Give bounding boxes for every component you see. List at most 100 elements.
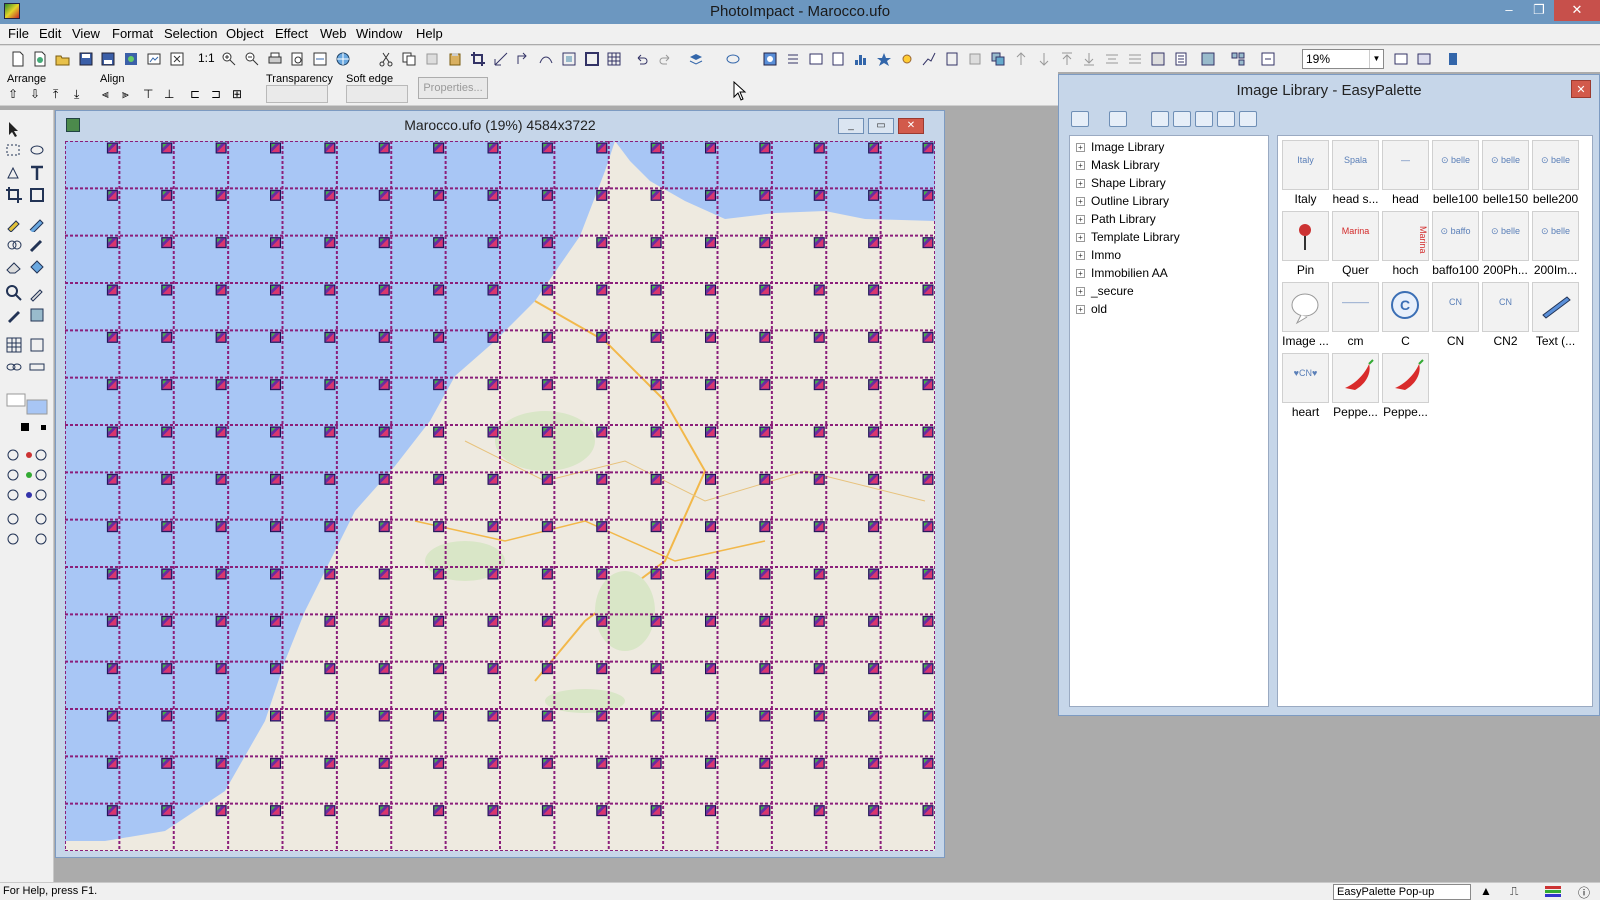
tree-item-image-library[interactable]: + Image Library	[1076, 140, 1164, 157]
library-icon[interactable]	[1071, 111, 1089, 127]
expand-icon[interactable]: +	[1076, 179, 1085, 188]
tile-marker-icon[interactable]	[487, 237, 499, 249]
gallery-icon[interactable]	[1109, 111, 1127, 127]
fill-tool-icon[interactable]	[28, 258, 46, 276]
tile-marker-icon[interactable]	[922, 189, 934, 201]
tile-marker-icon[interactable]	[705, 189, 716, 201]
zoom-fit-icon[interactable]	[1393, 51, 1409, 67]
tile-marker-icon[interactable]	[324, 473, 336, 485]
tile-marker-icon[interactable]	[106, 473, 118, 485]
tile-marker-icon[interactable]	[106, 521, 118, 533]
tile-marker-icon[interactable]	[487, 473, 499, 485]
tile-marker-icon[interactable]	[705, 710, 716, 722]
tile-marker-icon[interactable]	[215, 189, 227, 201]
tile-marker-icon[interactable]	[433, 473, 445, 485]
tile-marker-icon[interactable]	[433, 426, 445, 438]
tile-marker-icon[interactable]	[596, 426, 608, 438]
tile-marker-icon[interactable]	[487, 521, 499, 533]
text-panel-icon[interactable]	[808, 51, 824, 67]
tile-marker-icon[interactable]	[813, 568, 825, 580]
tile-marker-icon[interactable]	[922, 663, 934, 675]
soft-edge-spinner[interactable]	[346, 85, 408, 103]
align-left-icon[interactable]: ⫷	[102, 87, 118, 103]
tile-marker-icon[interactable]	[922, 142, 934, 154]
tile-marker-icon[interactable]	[270, 237, 281, 249]
undo-icon[interactable]	[634, 51, 650, 67]
tile-marker-icon[interactable]	[433, 142, 445, 154]
tile-marker-icon[interactable]	[759, 237, 771, 249]
save-icon[interactable]	[78, 51, 94, 67]
tile-marker-icon[interactable]	[922, 710, 934, 722]
library-thumbnail[interactable]: ♥CN♥ heart	[1282, 353, 1329, 421]
tile-marker-icon[interactable]	[106, 189, 118, 201]
arrow-bottom-icon[interactable]: ⤓	[74, 87, 90, 103]
tile-marker-icon[interactable]	[378, 379, 390, 391]
tile-marker-icon[interactable]	[596, 663, 608, 675]
image-info-icon[interactable]	[146, 51, 162, 67]
tile-marker-icon[interactable]	[541, 473, 553, 485]
tile-marker-icon[interactable]	[596, 379, 608, 391]
tile-marker-icon[interactable]	[161, 473, 173, 485]
zoom-tool-icon[interactable]	[5, 284, 23, 302]
tile-marker-icon[interactable]	[759, 568, 771, 580]
tile-marker-icon[interactable]	[215, 284, 227, 296]
tile-marker-icon[interactable]	[705, 757, 716, 769]
tile-marker-icon[interactable]	[922, 805, 934, 817]
tile-marker-icon[interactable]	[541, 757, 553, 769]
tile-marker-icon[interactable]	[813, 237, 825, 249]
tile-marker-icon[interactable]	[270, 663, 281, 675]
distribute-icon[interactable]	[1127, 51, 1143, 67]
tile-marker-icon[interactable]	[378, 521, 390, 533]
histogram-icon[interactable]	[853, 51, 869, 67]
tile-marker-icon[interactable]	[813, 426, 825, 438]
tree-item-template-library[interactable]: + Template Library	[1076, 230, 1180, 247]
tile-marker-icon[interactable]	[705, 379, 716, 391]
tile-marker-icon[interactable]	[106, 568, 118, 580]
tile-marker-icon[interactable]	[106, 237, 118, 249]
mode-icon[interactable]	[5, 466, 49, 484]
tile-marker-icon[interactable]	[378, 426, 390, 438]
tile-marker-icon[interactable]	[759, 189, 771, 201]
tile-marker-icon[interactable]	[106, 805, 118, 817]
arrow-up-icon[interactable]: ⇧	[8, 87, 24, 103]
library-thumbnail[interactable]: ⊙ belle belle150	[1482, 140, 1529, 208]
distribute-icon[interactable]: ⊞	[232, 87, 248, 103]
tile-marker-icon[interactable]	[106, 331, 118, 343]
tile-marker-icon[interactable]	[868, 379, 880, 391]
tile-marker-icon[interactable]	[378, 473, 390, 485]
tile-marker-icon[interactable]	[161, 142, 173, 154]
expand-icon[interactable]: +	[1076, 197, 1085, 206]
tile-marker-icon[interactable]	[541, 237, 553, 249]
browser-preview-icon[interactable]	[762, 51, 778, 67]
tile-marker-icon[interactable]	[378, 142, 390, 154]
tile-marker-icon[interactable]	[813, 473, 825, 485]
tile-marker-icon[interactable]	[813, 710, 825, 722]
tile-marker-icon[interactable]	[868, 663, 880, 675]
tile-marker-icon[interactable]	[324, 568, 336, 580]
tile-marker-icon[interactable]	[596, 615, 608, 627]
tile-marker-icon[interactable]	[922, 426, 934, 438]
library-thumbnail[interactable]: ⊙ baffo baffo100	[1432, 211, 1479, 279]
tile-marker-icon[interactable]	[868, 568, 880, 580]
tile-marker-icon[interactable]	[433, 379, 445, 391]
mode-icon[interactable]	[5, 446, 49, 464]
tile-marker-icon[interactable]	[270, 805, 281, 817]
apply-icon[interactable]	[1239, 111, 1257, 127]
menu-object[interactable]: Object	[226, 26, 264, 41]
align-top-icon[interactable]: ⊤	[143, 87, 159, 103]
curve-icon[interactable]	[921, 51, 937, 67]
tile-marker-icon[interactable]	[433, 615, 445, 627]
expand-icon[interactable]: +	[1076, 143, 1085, 152]
eraser-tool-icon[interactable]	[5, 258, 23, 276]
tile-marker-icon[interactable]	[650, 473, 662, 485]
tile-marker-icon[interactable]	[161, 426, 173, 438]
menu-window[interactable]: Window	[356, 26, 402, 41]
tile-marker-icon[interactable]	[650, 757, 662, 769]
tile-marker-icon[interactable]	[650, 284, 662, 296]
document-panel-icon[interactable]	[830, 51, 846, 67]
tile-marker-icon[interactable]	[215, 805, 227, 817]
tile-marker-icon[interactable]	[487, 710, 499, 722]
library-tree[interactable]: + Image Library + Mask Library + Shape Libr…	[1069, 135, 1269, 707]
flip-icon[interactable]	[538, 51, 554, 67]
panel-manager-icon[interactable]	[1200, 51, 1216, 67]
